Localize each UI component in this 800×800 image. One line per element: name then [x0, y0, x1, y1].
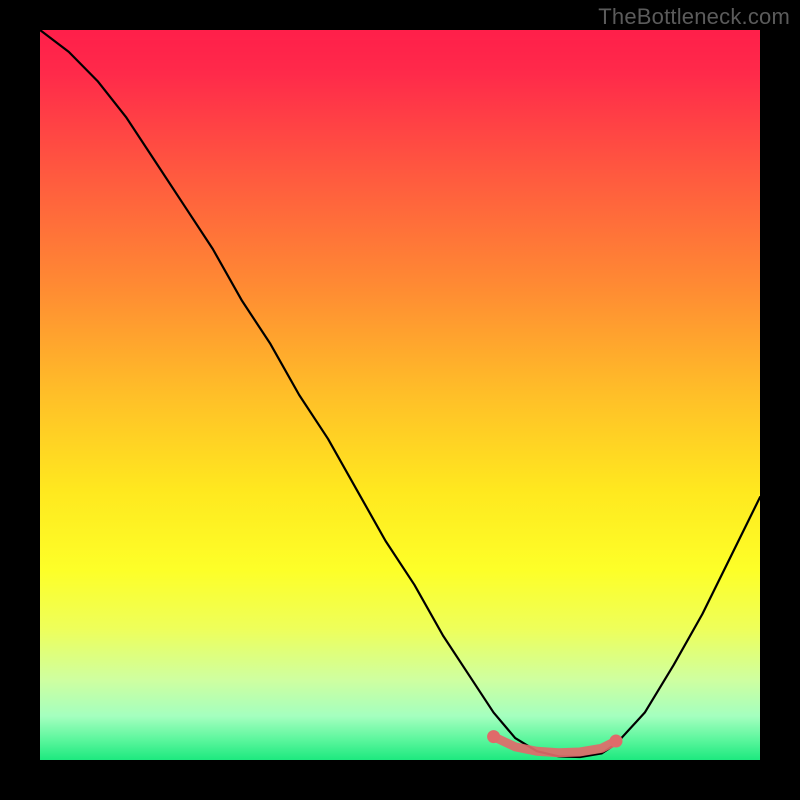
- chart-frame: TheBottleneck.com: [0, 0, 800, 800]
- bottleneck-chart: [40, 30, 760, 760]
- optimal-band-endpoint: [487, 730, 500, 743]
- optimal-band-endpoint: [610, 735, 623, 748]
- watermark-text: TheBottleneck.com: [598, 4, 790, 30]
- plot-area: [40, 30, 760, 760]
- gradient-background: [40, 30, 760, 760]
